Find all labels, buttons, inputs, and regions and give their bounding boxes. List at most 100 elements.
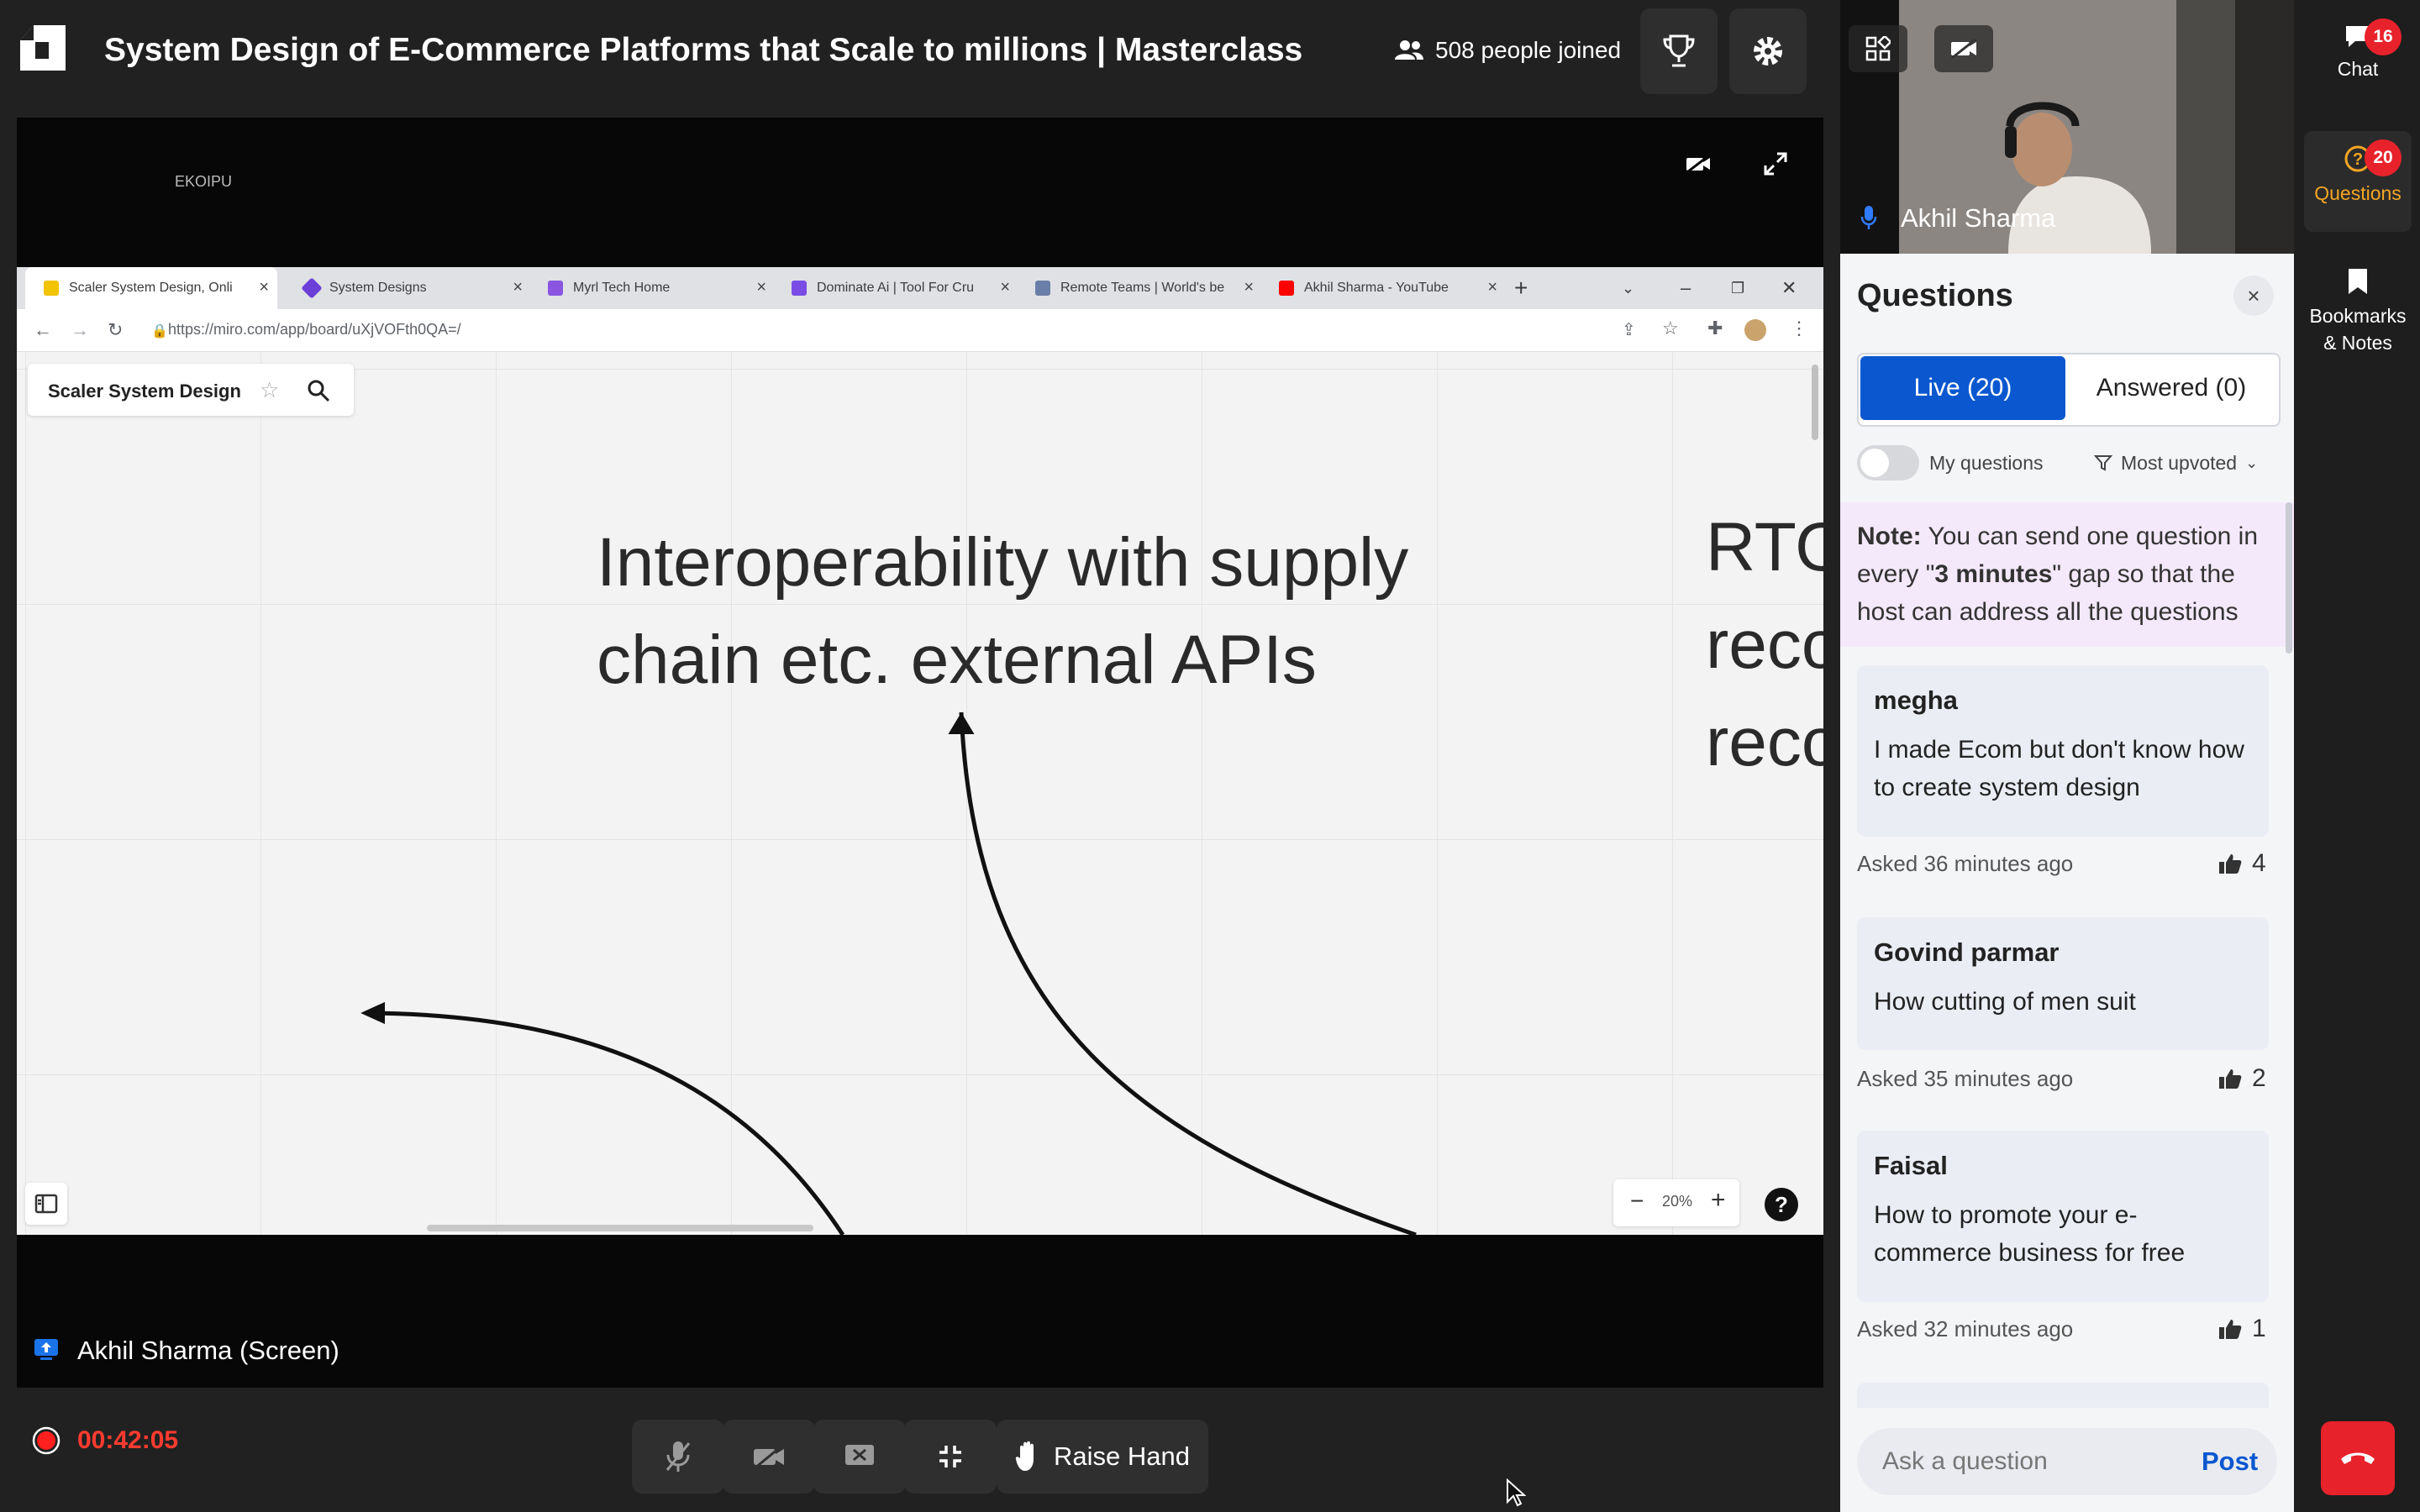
- question-card: Faisal How to promote your e-commerce bu…: [1857, 1131, 2269, 1302]
- camera-off-icon: [754, 1444, 784, 1469]
- filter-icon: [2094, 455, 2112, 471]
- mic-off-icon: [666, 1441, 691, 1472]
- close-panel-icon[interactable]: ×: [2233, 276, 2274, 316]
- sort-label: Most upvoted: [2121, 452, 2238, 474]
- zoom-controls: − 20% +: [1613, 1179, 1739, 1226]
- upvote-count: 4: [2252, 849, 2266, 877]
- phone-hangup-icon: [2341, 1452, 2375, 1464]
- chat-badge: 16: [2365, 18, 2402, 55]
- recording-indicator: 00:42:05: [32, 1426, 178, 1455]
- panel-scrollbar[interactable]: [2286, 502, 2292, 654]
- fullscreen-button[interactable]: [1749, 138, 1802, 190]
- question-text: How to promote your e-commerce business …: [1874, 1201, 2186, 1267]
- zoom-out-icon[interactable]: −: [1630, 1188, 1644, 1215]
- mute-mic-button[interactable]: [632, 1420, 724, 1494]
- hand-icon: [1015, 1441, 1034, 1471]
- board-panel-toggle[interactable]: [25, 1183, 67, 1225]
- screen-share-label: Akhil Sharma (Screen): [77, 1336, 339, 1365]
- horizontal-scrollbar: [427, 1225, 813, 1231]
- chevron-down-icon: ⌄: [2245, 454, 2259, 471]
- camera-off-button[interactable]: [1672, 138, 1724, 190]
- record-icon: [32, 1426, 60, 1455]
- leaderboard-button[interactable]: [1640, 8, 1718, 94]
- question-author: megha: [1874, 685, 1958, 715]
- rail-bookmarks-label-1: Bookmarks: [2309, 305, 2407, 327]
- rail-bookmarks[interactable]: Bookmarks & Notes: [2304, 267, 2412, 356]
- question-text: I made Ecom but don't know how to create…: [1874, 736, 2244, 801]
- leave-call-button[interactable]: [2321, 1421, 2395, 1495]
- toggle-knob: [1860, 449, 1889, 477]
- screen-share-off-icon: [845, 1445, 874, 1465]
- ask-question-placeholder: Ask a question: [1882, 1447, 2048, 1475]
- zoom-level: 20%: [1662, 1193, 1693, 1210]
- toggle-camera-button[interactable]: [723, 1420, 815, 1494]
- minimize-view-button[interactable]: [904, 1420, 997, 1494]
- tab-live[interactable]: Live (20): [1860, 356, 2065, 420]
- question-card: megha I made Ecom but don't know how to …: [1857, 665, 2269, 837]
- question-time: Asked 32 minutes ago: [1857, 1316, 2074, 1341]
- gear-icon: [1754, 37, 1782, 66]
- shared-screen: Scaler System Design, Onli × System Desi…: [17, 267, 1823, 1235]
- screen-share-icon: [34, 1339, 58, 1360]
- grid-icon: [1865, 36, 1891, 61]
- upvote-count: 1: [2252, 1315, 2266, 1342]
- grid-view-button[interactable]: [1849, 25, 1907, 72]
- question-text: How cutting of men suit: [1874, 988, 2136, 1016]
- people-icon: [1395, 40, 1423, 60]
- upvote-count: 2: [2252, 1064, 2266, 1092]
- board-connectors: [360, 365, 1818, 1235]
- help-icon[interactable]: ?: [1765, 1188, 1798, 1221]
- participants-label: 508 people joined: [1435, 37, 1622, 63]
- participants-count[interactable]: 508 people joined: [1395, 34, 1621, 67]
- settings-button[interactable]: [1729, 8, 1807, 94]
- watermark: EKOIPU: [175, 173, 233, 190]
- questions-title: Questions: [1857, 278, 2013, 313]
- upvote-button[interactable]: 4: [2218, 848, 2266, 879]
- svg-text:?: ?: [2353, 150, 2363, 169]
- zoom-in-icon[interactable]: +: [1711, 1186, 1726, 1215]
- camera-off-icon: [1686, 155, 1710, 173]
- collapse-icon: [939, 1446, 961, 1467]
- presenter-name: Akhil Sharma: [1901, 203, 2056, 233]
- rail-chat-label: Chat: [2337, 58, 2379, 80]
- question-card: Govind parmar How cutting of men suit: [1857, 917, 2269, 1050]
- thumbs-up-icon: [2219, 1069, 2242, 1089]
- connector-arrow-up: [959, 711, 1417, 1235]
- arrowhead-left: [360, 1001, 385, 1025]
- bookmark-icon: [2349, 269, 2367, 294]
- page-title: System Design of E-Commerce Platforms th…: [104, 32, 1303, 68]
- upvote-button[interactable]: 2: [2218, 1063, 2266, 1094]
- stop-screen-share-button[interactable]: [813, 1420, 906, 1494]
- arrowhead-up: [948, 712, 975, 734]
- upvote-button[interactable]: 1: [2218, 1314, 2266, 1344]
- mic-icon: [1860, 206, 1877, 229]
- questions-badge: 20: [2365, 139, 2402, 176]
- camera-off-icon: [1951, 39, 1976, 59]
- raise-hand-button[interactable]: Raise Hand: [997, 1420, 1208, 1494]
- note-text: Note: You can send one question in every…: [1857, 517, 2277, 631]
- my-questions-label: My questions: [1929, 452, 2044, 474]
- note-emphasis: 3 minutes: [1934, 560, 2053, 588]
- raise-hand-label: Raise Hand: [1054, 1441, 1190, 1471]
- my-questions-toggle[interactable]: [1857, 445, 1919, 480]
- question-author: Faisal: [1874, 1151, 1948, 1180]
- connector-arrow-left: [367, 1011, 845, 1235]
- trophy-icon: [1663, 34, 1695, 67]
- tab-answered[interactable]: Answered (0): [2069, 356, 2274, 420]
- sort-dropdown[interactable]: Most upvoted ⌄: [2094, 450, 2258, 475]
- recording-timer: 00:42:05: [77, 1426, 179, 1454]
- rail-bookmarks-label-2: & Notes: [2323, 332, 2392, 354]
- app-logo: [17, 22, 69, 74]
- sidebar-icon: [34, 1194, 58, 1214]
- thumbs-up-icon: [2219, 854, 2242, 874]
- post-button[interactable]: Post: [2202, 1445, 2258, 1478]
- thumbs-up-icon: [2219, 1320, 2242, 1339]
- mouse-cursor: [1507, 1478, 1526, 1507]
- question-time: Asked 36 minutes ago: [1857, 851, 2074, 876]
- question-author: Govind parmar: [1874, 937, 2060, 967]
- note-label: Note:: [1857, 522, 1922, 550]
- question-card-partial: [1857, 1383, 2269, 1408]
- question-time: Asked 35 minutes ago: [1857, 1066, 2074, 1091]
- video-off-button[interactable]: [1934, 25, 1993, 72]
- expand-icon: [1764, 152, 1787, 176]
